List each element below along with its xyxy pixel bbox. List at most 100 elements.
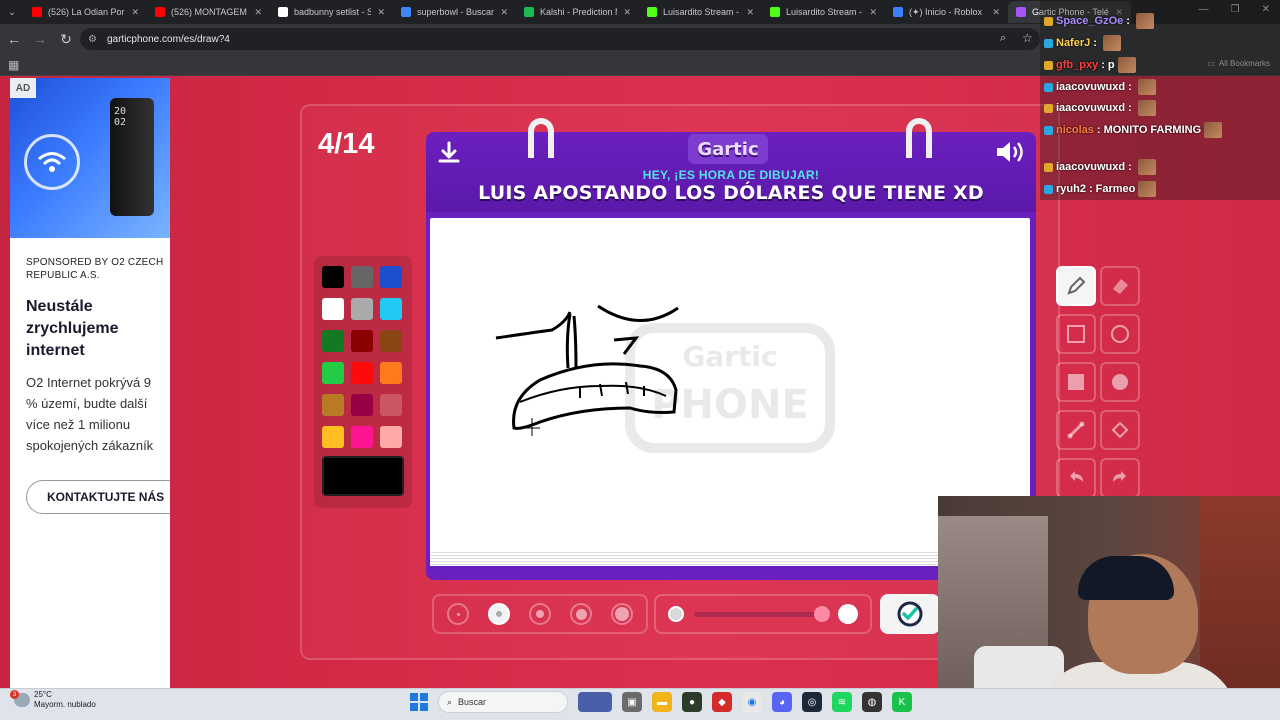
browser-tab[interactable]: Luisardito Stream - W ✕ bbox=[762, 1, 885, 23]
download-icon[interactable] bbox=[436, 140, 462, 166]
brush-size-3[interactable] bbox=[529, 603, 551, 625]
chat-message: gfb_pxy: p bbox=[1044, 56, 1136, 74]
tab-close-icon[interactable]: ✕ bbox=[992, 7, 1000, 18]
chrome-icon[interactable]: ◉ bbox=[742, 692, 762, 712]
bookmark-star-icon[interactable]: ☆ bbox=[1022, 31, 1033, 45]
brush-size-5[interactable] bbox=[611, 603, 633, 625]
color-swatch[interactable] bbox=[380, 426, 402, 448]
ellipse-outline-tool[interactable] bbox=[1100, 314, 1140, 354]
forward-icon[interactable]: → bbox=[28, 27, 52, 51]
chat-username[interactable]: ryuh2 bbox=[1056, 183, 1086, 195]
tab-close-icon[interactable]: ✕ bbox=[746, 7, 754, 18]
chat-emote-icon bbox=[1137, 100, 1156, 116]
color-swatch[interactable] bbox=[351, 266, 373, 288]
kick-icon[interactable]: K bbox=[892, 692, 912, 712]
chat-message: nicolas: MONITO FARMING bbox=[1044, 121, 1223, 139]
weather-widget[interactable]: 3 25°C Mayorm. nublado bbox=[10, 690, 96, 710]
color-swatch[interactable] bbox=[380, 298, 402, 320]
browser-tab[interactable]: (526) La Odian Por D ✕ bbox=[24, 1, 147, 23]
chat-username[interactable]: iaacovuwuxd bbox=[1056, 81, 1125, 93]
color-swatch[interactable] bbox=[380, 266, 402, 288]
chat-username[interactable]: iaacovuwuxd bbox=[1056, 161, 1125, 173]
zoom-icon[interactable]: ⌕ bbox=[1000, 32, 1006, 45]
reload-icon[interactable]: ↻ bbox=[54, 27, 78, 51]
undo-tool[interactable] bbox=[1056, 458, 1096, 498]
browser-tab[interactable]: superbowl - Buscar c ✕ bbox=[393, 1, 516, 23]
brush-size-4[interactable] bbox=[570, 603, 592, 625]
app-icon-red[interactable]: ◆ bbox=[712, 692, 732, 712]
browser-tab[interactable]: Kalshi - Prediction M ✕ bbox=[516, 1, 639, 23]
line-tool[interactable] bbox=[1056, 410, 1096, 450]
tab-close-icon[interactable]: ✕ bbox=[623, 7, 631, 18]
pen-tool[interactable] bbox=[1056, 266, 1096, 306]
color-swatch[interactable] bbox=[322, 394, 344, 416]
address-bar[interactable]: ⚙ garticphone.com/es/draw?4 bbox=[80, 28, 1040, 50]
taskbar-game-icon[interactable] bbox=[578, 692, 612, 712]
windows-start-icon[interactable] bbox=[410, 693, 428, 711]
browser-tab[interactable]: (✦) Inicio - Roblox ✕ bbox=[885, 1, 1008, 23]
obs-icon[interactable]: ◍ bbox=[862, 692, 882, 712]
taskbar-search[interactable]: ⌕ Buscar bbox=[438, 691, 568, 713]
rectangle-fill-tool[interactable] bbox=[1056, 362, 1096, 402]
speaker-icon[interactable] bbox=[994, 138, 1026, 166]
chat-username[interactable]: nicolas bbox=[1056, 124, 1094, 136]
weather-condition: Mayorm. nublado bbox=[34, 700, 96, 709]
chat-username[interactable]: Space_GzOe bbox=[1056, 15, 1123, 27]
spotify-icon[interactable]: ≋ bbox=[832, 692, 852, 712]
fill-bucket-tool[interactable] bbox=[1100, 410, 1140, 450]
chat-username[interactable]: iaacovuwuxd bbox=[1056, 102, 1125, 114]
color-swatch[interactable] bbox=[322, 426, 344, 448]
opacity-min-icon bbox=[668, 606, 684, 622]
color-swatch[interactable] bbox=[322, 266, 344, 288]
tab-close-icon[interactable]: ✕ bbox=[500, 7, 508, 18]
done-button[interactable] bbox=[880, 594, 940, 634]
chat-separator: : bbox=[1128, 102, 1132, 114]
task-view-icon[interactable]: ▣ bbox=[622, 692, 642, 712]
color-swatch[interactable] bbox=[351, 362, 373, 384]
tab-close-icon[interactable]: ✕ bbox=[254, 7, 262, 18]
advertisement[interactable]: 20 02 AD SPONSORED BY O2 CZECH REPUBLIC … bbox=[10, 78, 170, 688]
chat-message: iaacovuwuxd: bbox=[1044, 99, 1156, 117]
browser-tab[interactable]: (526) MONTAGEM ✕ bbox=[147, 1, 270, 23]
brush-size-2[interactable] bbox=[488, 603, 510, 625]
color-swatch[interactable] bbox=[351, 330, 373, 352]
color-swatch[interactable] bbox=[351, 394, 373, 416]
color-swatch[interactable] bbox=[322, 362, 344, 384]
tab-search-button[interactable]: ⌄ bbox=[0, 1, 24, 23]
opacity-slider[interactable] bbox=[694, 612, 822, 617]
brush-size-1[interactable] bbox=[447, 603, 469, 625]
ad-contact-button[interactable]: KONTAKTUJTE NÁS bbox=[26, 480, 170, 514]
chat-text: p bbox=[1107, 59, 1115, 71]
xbox-icon[interactable]: ● bbox=[682, 692, 702, 712]
color-swatch[interactable] bbox=[322, 298, 344, 320]
browser-tab[interactable]: Luisardito Stream - W ✕ bbox=[639, 1, 762, 23]
color-swatch[interactable] bbox=[351, 298, 373, 320]
chat-emote-icon bbox=[1138, 181, 1157, 197]
chat-separator: : bbox=[1088, 183, 1093, 195]
apps-grid-icon[interactable]: ▦ bbox=[8, 58, 19, 72]
steam-icon[interactable]: ◎ bbox=[802, 692, 822, 712]
chat-emote-icon bbox=[1135, 13, 1154, 29]
chat-username[interactable]: gfb_pxy bbox=[1056, 59, 1098, 71]
color-swatch[interactable] bbox=[322, 330, 344, 352]
discord-icon[interactable]: ◕ bbox=[772, 692, 792, 712]
eraser-tool[interactable] bbox=[1100, 266, 1140, 306]
color-swatch[interactable] bbox=[351, 426, 373, 448]
redo-tool[interactable] bbox=[1100, 458, 1140, 498]
file-explorer-icon[interactable]: ▬ bbox=[652, 692, 672, 712]
tab-close-icon[interactable]: ✕ bbox=[377, 7, 385, 18]
back-icon[interactable]: ← bbox=[2, 27, 26, 51]
site-info-icon[interactable]: ⚙ bbox=[88, 34, 97, 45]
color-swatch[interactable] bbox=[380, 362, 402, 384]
color-swatch[interactable] bbox=[380, 330, 402, 352]
rectangle-outline-tool[interactable] bbox=[1056, 314, 1096, 354]
ellipse-fill-tool[interactable] bbox=[1100, 362, 1140, 402]
tab-close-icon[interactable]: ✕ bbox=[869, 7, 877, 18]
opacity-slider-handle[interactable] bbox=[814, 606, 830, 622]
opacity-max-icon bbox=[838, 604, 858, 624]
color-swatch[interactable] bbox=[380, 394, 402, 416]
chat-emote-icon bbox=[1102, 35, 1121, 51]
tab-close-icon[interactable]: ✕ bbox=[131, 7, 139, 18]
browser-tab[interactable]: badbunny setlist - Se ✕ bbox=[270, 1, 393, 23]
chat-username[interactable]: NaferJ bbox=[1056, 37, 1090, 49]
